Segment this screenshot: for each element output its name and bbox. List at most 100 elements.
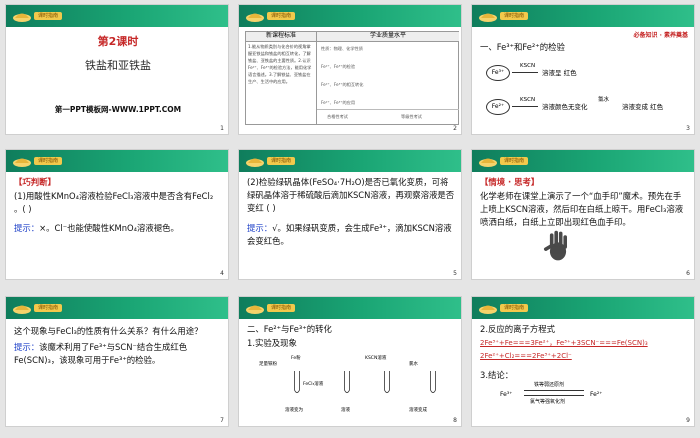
hint-label: 提示： [247,223,273,233]
slide-number: 4 [220,270,224,277]
lamp-logo-icon [246,158,264,167]
level-label: 合格性考试 [327,114,348,119]
slide-header-bar: 课时指南 [6,5,228,27]
question-text: 这个现象与FeCl₃的性质有什么关系？有什么用途？ [14,326,203,336]
slide-thumbnail-2[interactable]: 课时指南 新课程标准 学业质量水平 1.能从物质类别与化合价的视角掌握亚铁盐和铁… [238,4,462,135]
hint-block: 提示：√。如果绿矾变质，会生成Fe³⁺，滴加KSCN溶液会变红色。 [247,222,455,248]
header-tag: 课时指南 [500,304,529,312]
experiment-diagram: Fe粉 足量铁粉 FeCl₃溶液 溶液变为 KSCN溶液 溶液 氯水 溶液变成 [259,355,449,421]
table-header-left: 新课程标准 [246,32,316,42]
slide-number: 8 [453,417,457,424]
header-tag: 课时指南 [267,157,296,165]
equation-line: 2Fe³⁺+Fe===3Fe²⁺，Fe³⁺+3SCN⁻===Fe(SCN)₃ [480,339,648,347]
question-text: (1)用酸性KMnO₄溶液检验FeCl₃溶液中是否含有FeCl₂ 。( ) [14,191,214,214]
sub-heading: 3.结论： [480,370,514,380]
diagram-label: Fe粉 [291,356,301,361]
lamp-logo-icon [246,305,264,314]
slide-thumbnail-4[interactable]: 课时指南 【巧判断】 (1)用酸性KMnO₄溶液检验FeCl₃溶液中是否含有Fe… [5,149,229,280]
conclusion-top-label: 铁等弱还原剂 [534,382,565,388]
slide-header-bar: 课时指南 [239,150,461,172]
slide-number: 5 [453,270,457,277]
reagent-label: KSCN [520,97,536,103]
table-row: Fe²⁺、Fe³⁺的相互转化 [321,82,364,87]
standards-table: 新课程标准 学业质量水平 1.能从物质类别与化合价的视角掌握亚铁盐和铁盐的相互转… [245,31,459,125]
section-banner: 必备知识 · 素养奠基 [633,32,688,39]
slide-header-bar: 课时指南 [472,150,694,172]
hint-label: 提示： [14,223,40,233]
reagent-label: 氯水 [598,97,610,103]
arrow [524,390,584,391]
scenario-text: 化学老师在课堂上演示了一个“血手印”魔术。预先在手上喷上KSCN溶液，然后印在白… [480,191,684,227]
lesson-label: 第2课时 [97,35,139,48]
header-tag: 课时指南 [267,12,296,20]
sub-heading: 2.反应的离子方程式 [480,324,555,334]
slide-number: 1 [220,125,224,132]
header-tag: 课时指南 [267,304,296,312]
arrow [524,395,584,396]
hint-label: 提示： [14,342,40,352]
lamp-logo-icon [13,13,31,22]
slide-thumbnail-1[interactable]: 课时指南 第2课时 铁盐和亚铁盐 第一PPT模板网-WWW.1PPT.COM 1 [5,4,229,135]
slide-number: 3 [686,125,690,132]
header-tag: 课时指南 [34,157,63,165]
slide-number: 7 [220,417,224,424]
section-tag: 【情境 · 思考】 [480,177,540,187]
section-heading: 二、Fe²⁺与Fe³⁺的转化 [247,324,332,334]
sub-heading: 1.实验及现象 [247,338,297,348]
slide-thumbnail-7[interactable]: 课时指南 这个现象与FeCl₃的性质有什么关系？有什么用途？ 提示：该魔术利用了… [5,296,229,427]
lamp-logo-icon [479,305,497,314]
standards-text: 1.能从物质类别与化合价的视角掌握亚铁盐和铁盐的相互转化，了解铁盐、亚铁盐的主要… [248,44,312,84]
slide-number: 2 [453,125,457,132]
hand-print-image [543,230,567,261]
lamp-logo-icon [479,158,497,167]
diagram-label: KSCN溶液 [365,356,387,361]
slide-header-bar: 课时指南 [239,297,461,319]
level-label: 等级性考试 [401,114,422,119]
slide-thumbnail-8[interactable]: 课时指南 二、Fe²⁺与Fe³⁺的转化 1.实验及现象 Fe粉 足量铁粉 FeC… [238,296,462,427]
slide-header-bar: 课时指南 [472,5,694,27]
table-row: Fe²⁺、Fe³⁺的应用 [321,100,356,105]
hint-text: 该魔术利用了Fe³⁺与SCN⁻结合生成红色Fe(SCN)₃，该现象可用于Fe³⁺… [14,342,188,365]
arrow [512,106,538,107]
question-text: (2)检验绿矾晶体(FeSO₄·7H₂O)是否已氧化变质，可将绿矾晶体溶于稀硫酸… [247,177,455,213]
conclusion-ion: Fe³⁺ [500,391,513,398]
reagent-label: KSCN [520,63,536,69]
conclusion-ion: Fe²⁺ [590,391,603,398]
table-row: Fe²⁺、Fe³⁺的检验 [321,64,356,69]
diagram-label: 氯水 [409,362,418,367]
hint-text: √。如果绿矾变质，会生成Fe³⁺，滴加KSCN溶液会变红色。 [247,223,452,246]
slide-title: 铁盐和亚铁盐 [85,59,151,72]
section-tag: 【巧判断】 [14,177,56,187]
slide-header-bar: 课时指南 [6,297,228,319]
lamp-logo-icon [13,158,31,167]
test-tube-icon [430,371,436,393]
slide-thumbnail-5[interactable]: 课时指南 (2)检验绿矾晶体(FeSO₄·7H₂O)是否已氧化变质，可将绿矾晶体… [238,149,462,280]
result-text: 溶液变成 红色 [622,103,664,111]
slide-number: 6 [686,270,690,277]
test-tube-icon [384,371,390,393]
equation-line: 2Fe²⁺+Cl₂===2Fe³⁺+2Cl⁻ [480,352,572,360]
slide-thumbnail-9[interactable]: 课时指南 2.反应的离子方程式 2Fe³⁺+Fe===3Fe²⁺，Fe³⁺+3S… [471,296,695,427]
hint-block: 提示：×。Cl⁻也能使酸性KMnO₄溶液褪色。 [14,222,220,235]
diagram-label: 溶液变为 [285,408,303,413]
header-tag: 课时指南 [500,157,529,165]
hint-block: 提示：该魔术利用了Fe³⁺与SCN⁻结合生成红色Fe(SCN)₃，该现象可用于F… [14,341,222,367]
diagram-label: 溶液变成 [409,408,427,413]
lamp-logo-icon [479,13,497,22]
test-tube-icon [344,371,350,393]
diagram-label: 足量铁粉 [259,362,277,367]
slide-thumbnail-6[interactable]: 课时指南 【情境 · 思考】 化学老师在课堂上演示了一个“血手印”魔术。预先在手… [471,149,695,280]
conclusion-bottom-label: 氯气等强氧化剂 [530,399,566,405]
hint-text: ×。Cl⁻也能使酸性KMnO₄溶液褪色。 [39,223,179,233]
slide-thumbnail-3[interactable]: 课时指南 必备知识 · 素养奠基 一、Fe³⁺和Fe²⁺的检验 Fe³⁺ KSC… [471,4,695,135]
header-tag: 课时指南 [34,304,63,312]
test-tube-icon [294,371,300,393]
diagram-label: FeCl₃溶液 [303,382,324,387]
lamp-logo-icon [13,305,31,314]
table-row: 性质：物理、化学性质 [321,46,363,51]
diagram-label: 溶液 [341,408,350,413]
arrow [512,72,538,73]
header-tag: 课时指南 [500,12,529,20]
section-heading: 一、Fe³⁺和Fe²⁺的检验 [480,42,565,52]
slide-number: 9 [686,417,690,424]
